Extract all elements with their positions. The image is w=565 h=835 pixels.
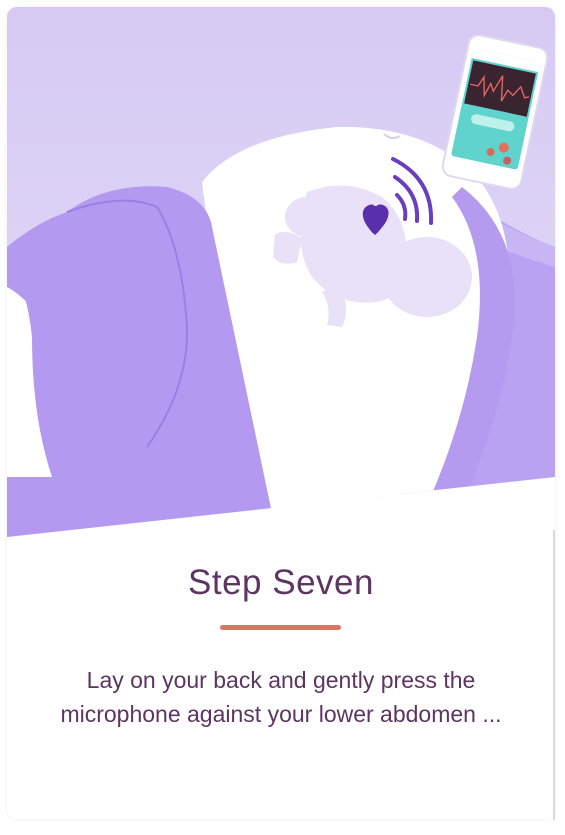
title-divider [220,625,341,630]
step-description: Lay on your back and gently press the mi… [60,667,502,727]
step-title: Step Seven [188,563,374,602]
step-illustration [7,7,555,537]
onboarding-step-card: Step Seven Lay on your back and gently p… [7,7,555,819]
card-edge [553,530,555,820]
